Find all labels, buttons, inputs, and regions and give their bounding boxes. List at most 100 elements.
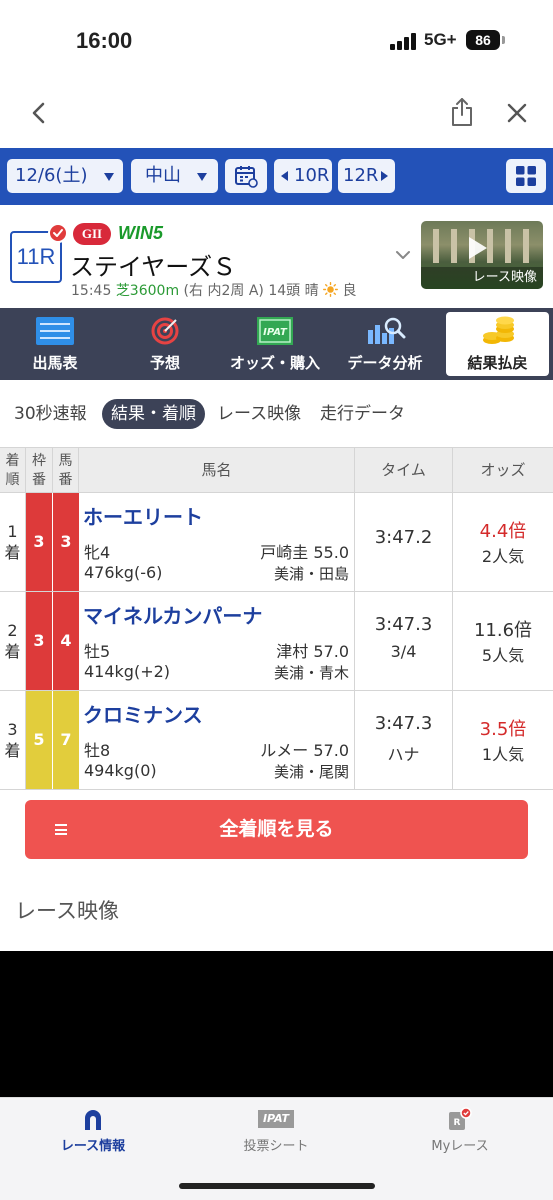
tab-results-label: 結果払戻 bbox=[467, 354, 528, 372]
date-venue-bar: 12/6(土) 中山 10R 12R bbox=[0, 148, 553, 205]
table-row[interactable]: 3着 5 7 クロミナンス 牡8 ルメー 57.0 494kg(0) 美浦・尾関… bbox=[0, 691, 553, 790]
share-icon[interactable] bbox=[448, 96, 476, 128]
video-thumb-label: レース映像 bbox=[421, 267, 543, 289]
chart-search-icon bbox=[368, 317, 406, 344]
tab-results-payout[interactable]: 結果払戻 bbox=[446, 312, 549, 376]
waku-cell: 5 bbox=[26, 691, 53, 789]
grade-badge: GII bbox=[73, 223, 111, 245]
target-icon bbox=[151, 317, 179, 345]
tab-data-label: データ分析 bbox=[347, 354, 423, 372]
tab-prediction-label: 予想 bbox=[149, 354, 180, 372]
uma-cell: 4 bbox=[53, 592, 79, 690]
track-condition: 良 bbox=[342, 283, 357, 299]
list-icon bbox=[36, 317, 74, 345]
odds-cell: 4.4倍 2人気 bbox=[453, 493, 553, 591]
coins-icon bbox=[482, 316, 514, 344]
start-time: 15:45 bbox=[71, 283, 112, 299]
time-cell: 3:47.3 ハナ bbox=[355, 691, 453, 789]
header-waku: 枠番 bbox=[26, 448, 53, 494]
calendar-button[interactable] bbox=[225, 159, 267, 193]
play-icon bbox=[469, 237, 487, 259]
subtab-results[interactable]: 結果・着順 bbox=[102, 399, 205, 429]
jockey-weight: 戸崎圭 55.0 bbox=[260, 543, 349, 562]
nav-my-race-label: Myレース bbox=[431, 1139, 489, 1154]
chevron-right-icon bbox=[381, 171, 388, 181]
table-row[interactable]: 1着 3 3 ホーエリート 牝4 戸崎圭 55.0 476kg(-6) 美浦・田… bbox=[0, 493, 553, 592]
jockey-weight: ルメー 57.0 bbox=[260, 741, 349, 760]
course-distance: 芝3600m bbox=[115, 283, 180, 299]
battery-icon: 86 bbox=[466, 30, 500, 50]
venue-label: 中山 bbox=[145, 165, 181, 186]
margin: ハナ bbox=[387, 745, 420, 764]
finish-time: 3:47.3 bbox=[374, 614, 433, 635]
nav-voting-sheet[interactable]: IPAT 投票シート bbox=[216, 1108, 336, 1154]
race-video-thumbnail[interactable]: レース映像 bbox=[421, 221, 543, 289]
signal-icon bbox=[390, 32, 418, 50]
grid-icon bbox=[516, 166, 536, 186]
odds-cell: 3.5倍 1人気 bbox=[453, 691, 553, 789]
finish-time: 3:47.2 bbox=[374, 527, 433, 548]
chevron-down-icon bbox=[197, 173, 207, 181]
tab-prediction[interactable]: 予想 bbox=[110, 308, 220, 380]
ipat-icon: IPAT bbox=[257, 317, 293, 345]
horse-name-link[interactable]: マイネルカンパーナ bbox=[83, 600, 262, 629]
waku-cell: 3 bbox=[26, 592, 53, 690]
horse-weight: 476kg(-6) bbox=[84, 563, 163, 582]
tab-odds-purchase[interactable]: IPAT オッズ・購入 bbox=[220, 308, 330, 380]
venue-selector[interactable]: 中山 bbox=[131, 159, 218, 193]
ipat-badge: IPAT bbox=[258, 1110, 294, 1128]
horse-cell: クロミナンス 牡8 ルメー 57.0 494kg(0) 美浦・尾関 bbox=[79, 691, 355, 789]
sex-age: 牡5 bbox=[84, 642, 111, 661]
battery-tip bbox=[502, 36, 505, 44]
view-all-results-button[interactable]: 全着順を見る bbox=[25, 800, 528, 859]
prev-race-button[interactable]: 10R bbox=[274, 159, 332, 193]
list-icon bbox=[55, 824, 67, 835]
next-race-button[interactable]: 12R bbox=[338, 159, 395, 193]
chevron-down-icon[interactable] bbox=[394, 247, 412, 261]
nav-race-info[interactable]: レース情報 bbox=[33, 1108, 153, 1154]
horse-name-link[interactable]: クロミナンス bbox=[83, 699, 203, 728]
race-menu-bar: 出馬表 予想 IPAT オッズ・購入 データ分析 結果払戻 bbox=[0, 308, 553, 380]
rank-cell: 2着 bbox=[0, 592, 26, 690]
next-race-label: 12R bbox=[343, 165, 379, 186]
ipat-icon: IPAT bbox=[216, 1108, 336, 1132]
race-title: ステイヤーズＳ bbox=[70, 253, 237, 281]
table-row[interactable]: 2着 3 4 マイネルカンパーナ 牡5 津村 57.0 414kg(+2) 美浦… bbox=[0, 592, 553, 691]
tab-entries[interactable]: 出馬表 bbox=[0, 308, 110, 380]
header-odds: オッズ bbox=[480, 461, 526, 479]
calendar-icon bbox=[235, 166, 258, 188]
horse-cell: ホーエリート 牝4 戸崎圭 55.0 476kg(-6) 美浦・田島 bbox=[79, 493, 355, 591]
check-icon bbox=[48, 223, 68, 243]
home-indicator bbox=[179, 1183, 375, 1189]
video-player[interactable] bbox=[0, 951, 553, 1097]
sun-icon bbox=[323, 282, 338, 297]
rank-cell: 3着 bbox=[0, 691, 26, 789]
close-icon[interactable] bbox=[503, 98, 531, 128]
race-header: 11R GII WIN5 ステイヤーズＳ 15:45 芝3600m (右 内2周… bbox=[0, 205, 553, 308]
chevron-left-icon[interactable] bbox=[26, 98, 54, 128]
tab-data-analysis[interactable]: データ分析 bbox=[330, 308, 440, 380]
table-header: 着順 枠番 馬番 馬名 タイム オッズ bbox=[0, 447, 553, 494]
popularity: 5人気 bbox=[481, 646, 525, 665]
horseshoe-icon bbox=[33, 1108, 153, 1132]
subtab-video[interactable]: レース映像 bbox=[217, 399, 301, 429]
horse-cell: マイネルカンパーナ 牡5 津村 57.0 414kg(+2) 美浦・青木 bbox=[79, 592, 355, 690]
my-race-icon: R bbox=[400, 1107, 520, 1132]
race-conditions: 15:45 芝3600m (右 内2周 A) 14頭 晴 良 bbox=[71, 280, 357, 300]
nav-my-race[interactable]: R Myレース bbox=[400, 1107, 520, 1154]
svg-text:IPAT: IPAT bbox=[263, 327, 288, 338]
grid-menu-button[interactable] bbox=[506, 159, 546, 193]
network-label: 5G+ bbox=[424, 30, 457, 49]
odds-value: 4.4倍 bbox=[479, 521, 527, 542]
svg-text:R: R bbox=[454, 1118, 461, 1128]
trainer: 美浦・田島 bbox=[273, 565, 349, 583]
subtab-flash[interactable]: 30秒速報 bbox=[14, 399, 87, 429]
uma-cell: 7 bbox=[53, 691, 79, 789]
result-sub-tabs: 30秒速報 結果・着順 レース映像 走行データ bbox=[0, 380, 553, 446]
nav-voting-sheet-label: 投票シート bbox=[243, 1139, 309, 1154]
finish-time: 3:47.3 bbox=[374, 713, 433, 734]
subtab-running-data[interactable]: 走行データ bbox=[320, 399, 405, 429]
odds-cell: 11.6倍 5人気 bbox=[453, 592, 553, 690]
date-selector[interactable]: 12/6(土) bbox=[7, 159, 123, 193]
horse-name-link[interactable]: ホーエリート bbox=[83, 501, 203, 530]
